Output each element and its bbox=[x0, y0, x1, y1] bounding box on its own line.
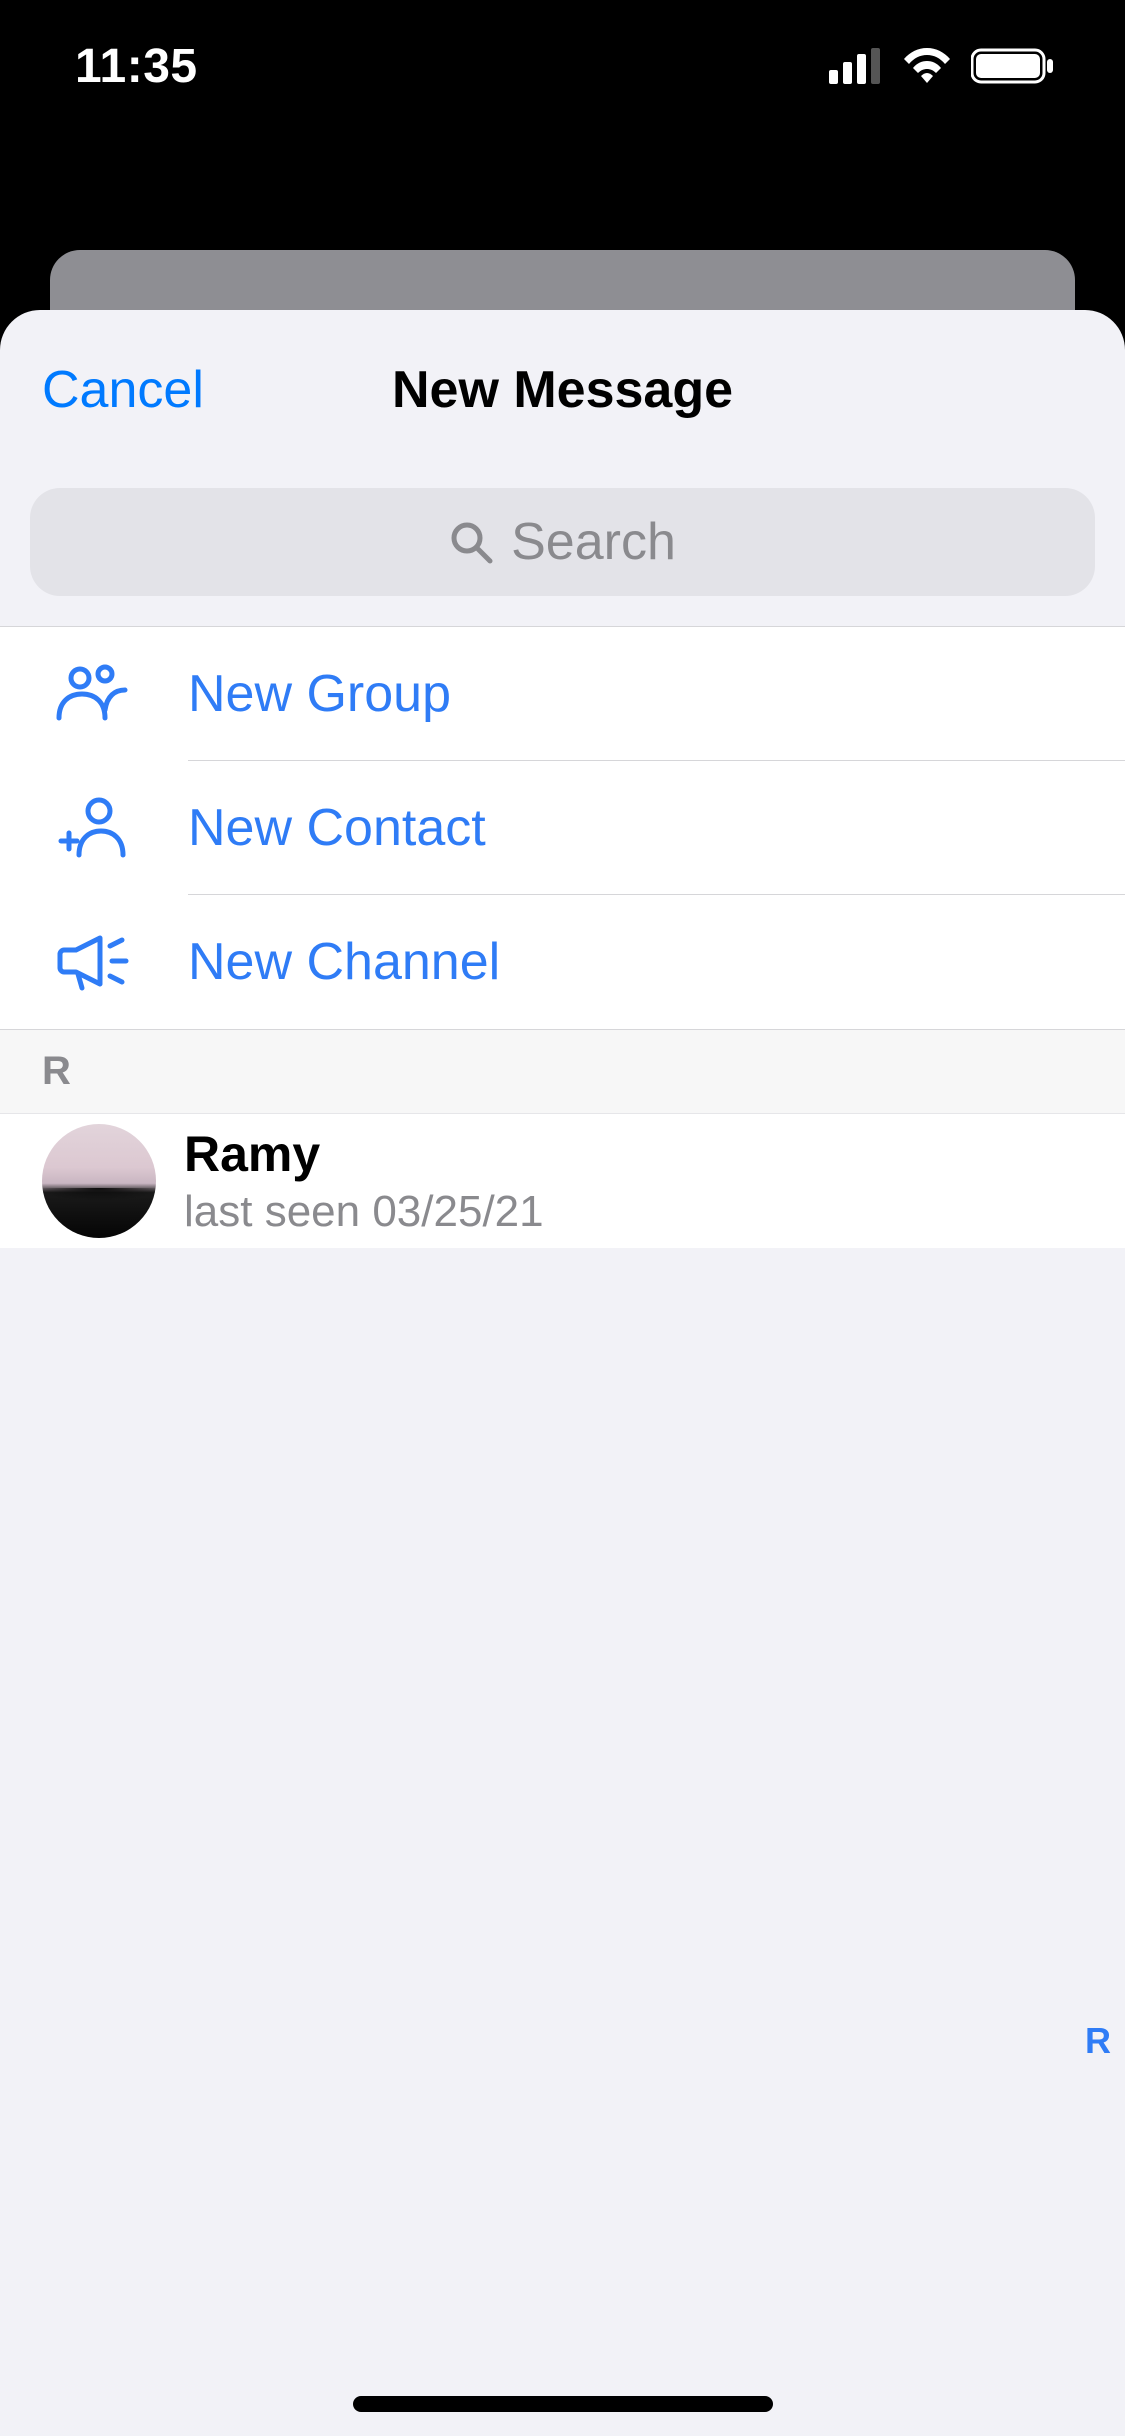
contact-status: last seen 03/25/21 bbox=[184, 1187, 544, 1237]
sheet-header: Cancel New Message bbox=[0, 310, 1125, 470]
action-label: New Contact bbox=[188, 798, 486, 858]
wifi-icon bbox=[901, 47, 953, 85]
device-frame: 11:35 bbox=[0, 0, 1125, 2436]
search-input[interactable]: Search bbox=[30, 488, 1095, 596]
status-time: 11:35 bbox=[75, 39, 198, 94]
contact-texts: Ramy last seen 03/25/21 bbox=[184, 1125, 544, 1237]
index-scroll-letter[interactable]: R bbox=[1085, 2020, 1111, 2062]
actions-list: New Group New Contact bbox=[0, 626, 1125, 1030]
add-contact-icon bbox=[52, 786, 136, 870]
home-indicator[interactable] bbox=[353, 2396, 773, 2412]
contact-name: Ramy bbox=[184, 1125, 544, 1183]
new-group-button[interactable]: New Group bbox=[0, 627, 1125, 761]
avatar bbox=[42, 1124, 156, 1238]
section-header-letter: R bbox=[0, 1030, 1125, 1114]
status-bar: 11:35 bbox=[0, 0, 1125, 132]
contact-row[interactable]: Ramy last seen 03/25/21 bbox=[0, 1114, 1125, 1248]
background-card bbox=[50, 250, 1075, 310]
new-channel-button[interactable]: New Channel bbox=[0, 895, 1125, 1029]
page-title: New Message bbox=[392, 360, 733, 420]
cellular-icon bbox=[829, 48, 883, 84]
group-icon bbox=[52, 652, 136, 736]
megaphone-icon bbox=[52, 920, 136, 1004]
new-message-sheet: Cancel New Message Search bbox=[0, 310, 1125, 2436]
cancel-button[interactable]: Cancel bbox=[42, 360, 204, 420]
new-contact-button[interactable]: New Contact bbox=[0, 761, 1125, 895]
search-placeholder: Search bbox=[511, 512, 676, 572]
action-label: New Group bbox=[188, 664, 451, 724]
search-container: Search bbox=[0, 470, 1125, 626]
action-label: New Channel bbox=[188, 932, 500, 992]
battery-icon bbox=[971, 47, 1055, 85]
status-icons bbox=[829, 47, 1055, 85]
search-icon bbox=[449, 520, 493, 564]
